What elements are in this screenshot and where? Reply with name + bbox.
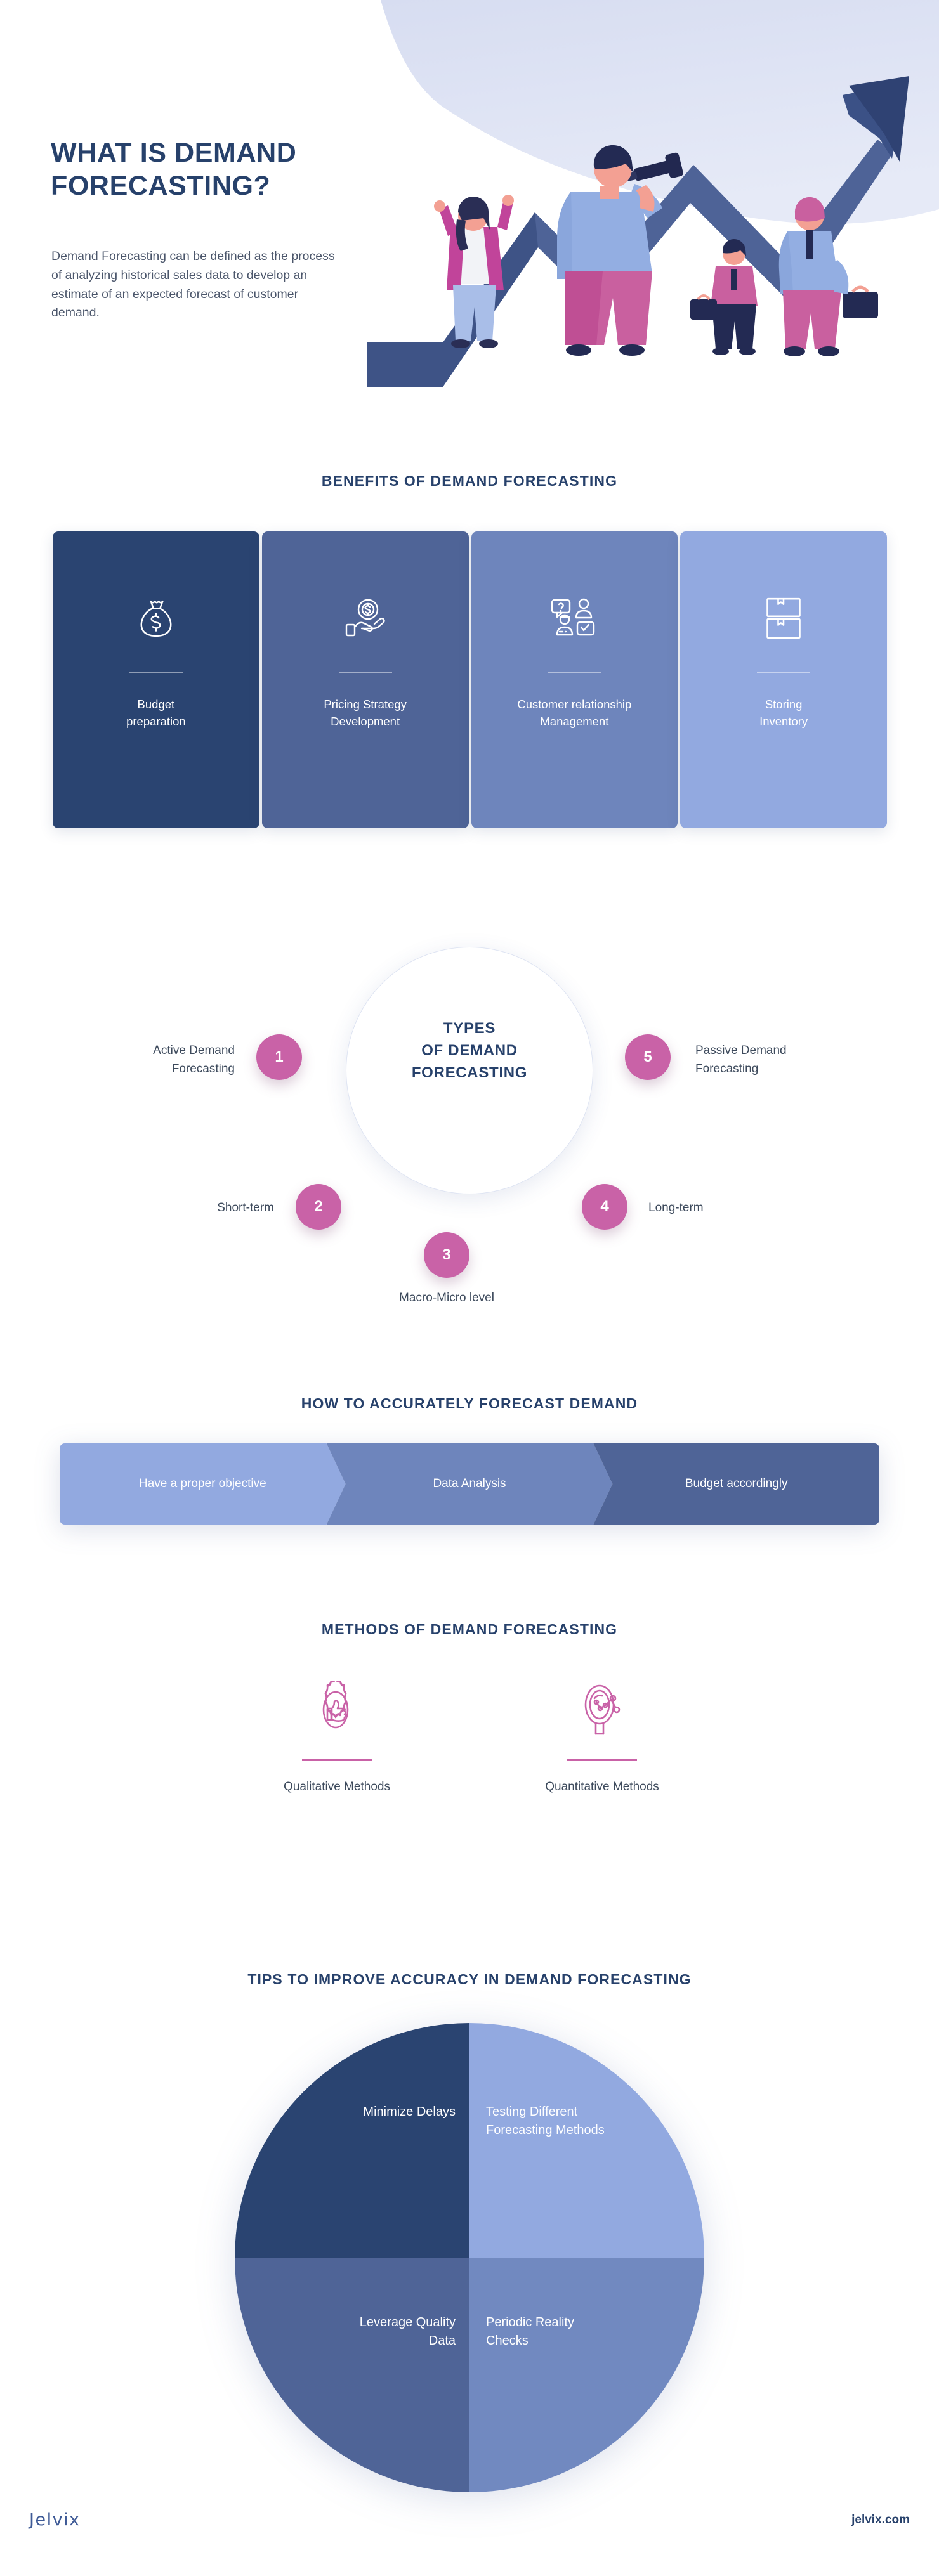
type-node-2[interactable]: 2 <box>296 1184 341 1230</box>
pie-quadrant-testing-methods[interactable] <box>470 2023 704 2258</box>
process-step-label: Data Analysis <box>433 1477 506 1490</box>
benefit-label: Pricing Strategy Development <box>324 698 407 729</box>
methods-list: Qualitative Methods Quantitative Methods <box>0 1677 939 1839</box>
process-step-3[interactable]: Budget accordingly <box>593 1443 880 1525</box>
process-step-1[interactable]: Have a proper objective <box>60 1443 346 1525</box>
inventory-box-icon <box>760 595 807 642</box>
type-label-2: Short-term <box>217 1201 274 1214</box>
benefit-card-pricing[interactable]: Pricing Strategy Development <box>261 531 469 828</box>
pie-label-quality-data: Leverage Quality Data <box>359 2315 456 2348</box>
hand-holding-coin-icon <box>342 595 389 642</box>
website-url[interactable]: jelvix.com <box>851 2513 910 2527</box>
benefit-label: Budget preparation <box>126 698 186 729</box>
method-label: Qualitative Methods <box>284 1779 390 1793</box>
benefit-card-budget[interactable]: Budget preparation <box>53 531 259 828</box>
magnifier-chart-icon <box>572 1681 633 1741</box>
process-steps: Have a proper objective Data Analysis Bu… <box>60 1443 880 1525</box>
pie-shape <box>235 2023 704 2492</box>
pie-quadrant-quality-data[interactable] <box>235 2258 470 2492</box>
infographic-page: What is Demand Forecasting? Demand Forec… <box>0 0 939 2576</box>
pie-quadrant-reality-checks[interactable] <box>470 2258 704 2492</box>
money-bag-icon <box>133 595 180 642</box>
type-label-1: Active Demand Forecasting <box>153 1044 235 1076</box>
method-label: Quantitative Methods <box>545 1779 659 1793</box>
hero-description: Demand Forecasting can be defined as the… <box>51 249 335 320</box>
thumbs-up-badge-icon <box>306 1677 367 1741</box>
type-label-3: Macro-Micro level <box>399 1291 494 1304</box>
method-qualitative[interactable]: Qualitative Methods <box>242 1677 432 1839</box>
brand-logo: Jelvix <box>29 2510 81 2530</box>
pie-label-minimize-delays: Minimize Delays <box>363 2105 456 2119</box>
benefit-card-crm[interactable]: Customer relationship Management <box>471 531 678 828</box>
pie-label-testing-methods: Testing Different Forecasting Methods <box>486 2105 605 2137</box>
card-divider <box>548 672 601 673</box>
type-node-3[interactable]: 3 <box>424 1232 470 1278</box>
card-divider <box>757 672 811 673</box>
process-step-2[interactable]: Data Analysis <box>327 1443 613 1525</box>
types-diagram: Types of Demand Forecasting 1 Active Deman… <box>0 866 939 1322</box>
process-heading: How to Accurately Forecast Demand <box>301 1395 638 1412</box>
tips-pie-chart: Minimize Delays Testing Different Forecas… <box>235 2023 704 2492</box>
tips-heading: Tips to Improve Accuracy in Demand Forec… <box>247 1971 692 1987</box>
type-node-4[interactable]: 4 <box>582 1184 627 1230</box>
wheel-center-title: Types of Demand Forecasting <box>411 1020 528 1081</box>
pie-label-reality-checks: Periodic Reality Checks <box>486 2315 574 2348</box>
benefit-card-inventory[interactable]: Storing Inventory <box>680 531 887 828</box>
type-label-4: Long-term <box>648 1201 704 1214</box>
method-quantitative[interactable]: Quantitative Methods <box>507 1681 697 1839</box>
benefit-label: Customer relationship Management <box>517 698 632 729</box>
type-node-1[interactable]: 1 <box>256 1034 302 1080</box>
benefits-card-list: Budget preparation Pricing Strategy Develo… <box>53 531 887 828</box>
card-divider <box>338 672 392 673</box>
process-step-label: Budget accordingly <box>685 1477 788 1490</box>
method-divider <box>567 1759 637 1761</box>
benefits-heading: Benefits of Demand Forecasting <box>321 472 618 489</box>
hero-illustration <box>348 57 919 412</box>
type-node-5[interactable]: 5 <box>625 1034 671 1080</box>
methods-heading: Methods of Demand Forecasting <box>321 1621 618 1637</box>
customer-support-people-icon <box>551 595 598 642</box>
method-divider <box>302 1759 372 1761</box>
card-divider <box>129 672 183 673</box>
benefit-label: Storing Inventory <box>759 698 808 729</box>
type-label-5: Passive Demand Forecasting <box>695 1044 787 1076</box>
process-step-label: Have a proper objective <box>139 1477 266 1490</box>
pie-quadrant-minimize-delays[interactable] <box>235 2023 470 2258</box>
